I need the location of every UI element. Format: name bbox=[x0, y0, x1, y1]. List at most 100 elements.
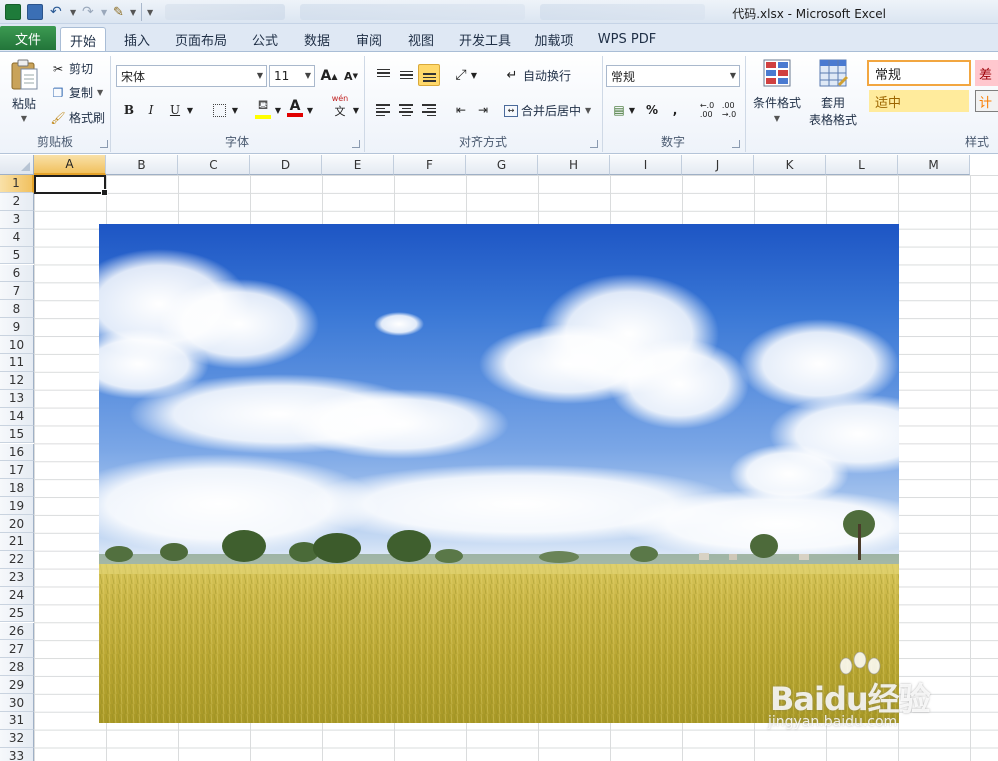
tab-wps-pdf[interactable]: WPS PDF bbox=[592, 27, 662, 51]
underline-dropdown-icon[interactable]: ▼ bbox=[184, 99, 196, 121]
paste-dropdown-icon[interactable]: ▼ bbox=[21, 114, 27, 123]
copy-dropdown-icon[interactable]: ▼ bbox=[97, 88, 103, 97]
font-size-select[interactable]: 11 ▼ bbox=[269, 65, 315, 87]
underline-button[interactable]: U bbox=[164, 99, 186, 121]
row-header-1[interactable]: 1 bbox=[0, 175, 34, 193]
merge-center-button[interactable]: ↔ 合并后居中 ▼ bbox=[504, 102, 591, 119]
tab-formulas[interactable]: 公式 bbox=[242, 27, 288, 51]
cell-style-bad[interactable]: 差 bbox=[975, 60, 998, 86]
comma-button[interactable]: , bbox=[664, 99, 686, 121]
font-name-select[interactable]: 宋体 ▼ bbox=[116, 65, 267, 87]
save-icon[interactable] bbox=[27, 3, 43, 21]
cell-style-neutral[interactable]: 适中 bbox=[869, 90, 969, 112]
row-header-5[interactable]: 5 bbox=[0, 246, 34, 265]
quick-tools-icon[interactable]: ✎ bbox=[113, 3, 124, 21]
tab-addins[interactable]: 加载项 bbox=[526, 27, 582, 51]
row-header-17[interactable]: 17 bbox=[0, 461, 34, 480]
undo-icon[interactable]: ↶ bbox=[50, 3, 62, 21]
tab-review[interactable]: 审阅 bbox=[346, 27, 392, 51]
align-top-button[interactable] bbox=[372, 64, 394, 86]
column-header-b[interactable]: B bbox=[106, 155, 178, 175]
row-header-24[interactable]: 24 bbox=[0, 586, 34, 605]
cell-style-normal[interactable]: 常规 bbox=[867, 60, 971, 86]
increase-decimal-button[interactable]: ←.0.00 bbox=[696, 99, 718, 121]
column-header-i[interactable]: I bbox=[610, 155, 682, 175]
accounting-dropdown-icon[interactable]: ▼ bbox=[626, 99, 638, 121]
row-header-2[interactable]: 2 bbox=[0, 192, 34, 211]
italic-button[interactable]: I bbox=[140, 99, 162, 121]
row-header-21[interactable]: 21 bbox=[0, 533, 34, 551]
row-header-4[interactable]: 4 bbox=[0, 228, 34, 247]
paste-button[interactable]: 粘贴 ▼ bbox=[6, 57, 42, 127]
row-header-25[interactable]: 25 bbox=[0, 604, 34, 623]
column-header-j[interactable]: J bbox=[682, 155, 754, 175]
column-header-l[interactable]: L bbox=[826, 155, 898, 175]
shrink-font-button[interactable]: A ▼ bbox=[340, 65, 362, 87]
row-header-8[interactable]: 8 bbox=[0, 300, 34, 319]
column-header-h[interactable]: H bbox=[538, 155, 610, 175]
font-launcher-icon[interactable] bbox=[352, 140, 360, 148]
row-header-31[interactable]: 31 bbox=[0, 712, 34, 730]
fill-color-button[interactable]: ⛾ bbox=[252, 97, 274, 119]
tab-page-layout[interactable]: 页面布局 bbox=[168, 27, 234, 51]
decrease-decimal-button[interactable]: .00 →.0 bbox=[718, 99, 740, 121]
column-header-f[interactable]: F bbox=[394, 155, 466, 175]
percent-button[interactable]: % bbox=[641, 99, 663, 121]
row-header-28[interactable]: 28 bbox=[0, 658, 34, 677]
phonetic-button[interactable]: wén 文 bbox=[328, 95, 352, 119]
tab-view[interactable]: 视图 bbox=[398, 27, 444, 51]
undo-dropdown-icon[interactable]: ▼ bbox=[70, 3, 76, 21]
column-header-k[interactable]: K bbox=[754, 155, 826, 175]
align-middle-button[interactable] bbox=[395, 64, 417, 86]
row-header-30[interactable]: 30 bbox=[0, 694, 34, 712]
column-header-m[interactable]: M bbox=[898, 155, 970, 175]
phonetic-dropdown-icon[interactable]: ▼ bbox=[350, 99, 362, 121]
row-header-9[interactable]: 9 bbox=[0, 318, 34, 337]
row-header-29[interactable]: 29 bbox=[0, 676, 34, 695]
increase-indent-button[interactable]: ⇥ bbox=[472, 99, 494, 121]
bold-button[interactable]: B bbox=[118, 99, 140, 121]
quick-tools-dropdown-icon[interactable]: ▼ bbox=[130, 3, 136, 21]
align-center-button[interactable] bbox=[395, 99, 417, 121]
tab-insert[interactable]: 插入 bbox=[112, 27, 162, 51]
align-right-button[interactable] bbox=[418, 99, 440, 121]
fill-color-dropdown-icon[interactable]: ▼ bbox=[272, 99, 284, 121]
row-header-3[interactable]: 3 bbox=[0, 210, 34, 229]
number-launcher-icon[interactable] bbox=[732, 140, 740, 148]
row-header-12[interactable]: 12 bbox=[0, 371, 34, 390]
row-header-7[interactable]: 7 bbox=[0, 282, 34, 301]
cut-button[interactable]: ✂ 剪切 bbox=[50, 60, 93, 77]
row-header-22[interactable]: 22 bbox=[0, 550, 34, 569]
row-header-33[interactable]: 33 bbox=[0, 747, 34, 761]
embedded-landscape-image[interactable] bbox=[99, 224, 899, 723]
alignment-launcher-icon[interactable] bbox=[590, 140, 598, 148]
align-bottom-button[interactable] bbox=[418, 64, 440, 86]
row-header-15[interactable]: 15 bbox=[0, 425, 34, 444]
redo-icon[interactable]: ↷ bbox=[82, 3, 94, 21]
font-color-dropdown-icon[interactable]: ▼ bbox=[304, 99, 316, 121]
column-header-e[interactable]: E bbox=[322, 155, 394, 175]
copy-button[interactable]: ❐ 复制 ▼ bbox=[50, 84, 104, 101]
cell-style-calculation[interactable]: 计 bbox=[975, 90, 998, 112]
row-header-26[interactable]: 26 bbox=[0, 622, 34, 641]
column-header-a[interactable]: A bbox=[34, 155, 106, 175]
tab-developer[interactable]: 开发工具 bbox=[452, 27, 518, 51]
border-button[interactable] bbox=[208, 99, 230, 121]
row-header-16[interactable]: 16 bbox=[0, 443, 34, 462]
border-dropdown-icon[interactable]: ▼ bbox=[229, 99, 241, 121]
row-header-27[interactable]: 27 bbox=[0, 640, 34, 659]
customize-toolbar-icon[interactable]: ▼ bbox=[147, 3, 153, 21]
tab-home[interactable]: 开始 bbox=[60, 27, 106, 52]
row-header-13[interactable]: 13 bbox=[0, 389, 34, 408]
column-header-g[interactable]: G bbox=[466, 155, 538, 175]
conditional-dropdown-icon[interactable]: ▼ bbox=[774, 114, 780, 123]
row-header-19[interactable]: 19 bbox=[0, 497, 34, 516]
tab-file[interactable]: 文件 bbox=[0, 26, 56, 50]
column-header-c[interactable]: C bbox=[178, 155, 250, 175]
wrap-text-button[interactable]: ↵ 自动换行 bbox=[504, 67, 571, 84]
active-cell-a1[interactable] bbox=[34, 175, 108, 196]
row-header-6[interactable]: 6 bbox=[0, 264, 34, 283]
row-header-14[interactable]: 14 bbox=[0, 407, 34, 426]
select-all-button[interactable] bbox=[0, 155, 34, 175]
row-header-32[interactable]: 32 bbox=[0, 729, 34, 748]
